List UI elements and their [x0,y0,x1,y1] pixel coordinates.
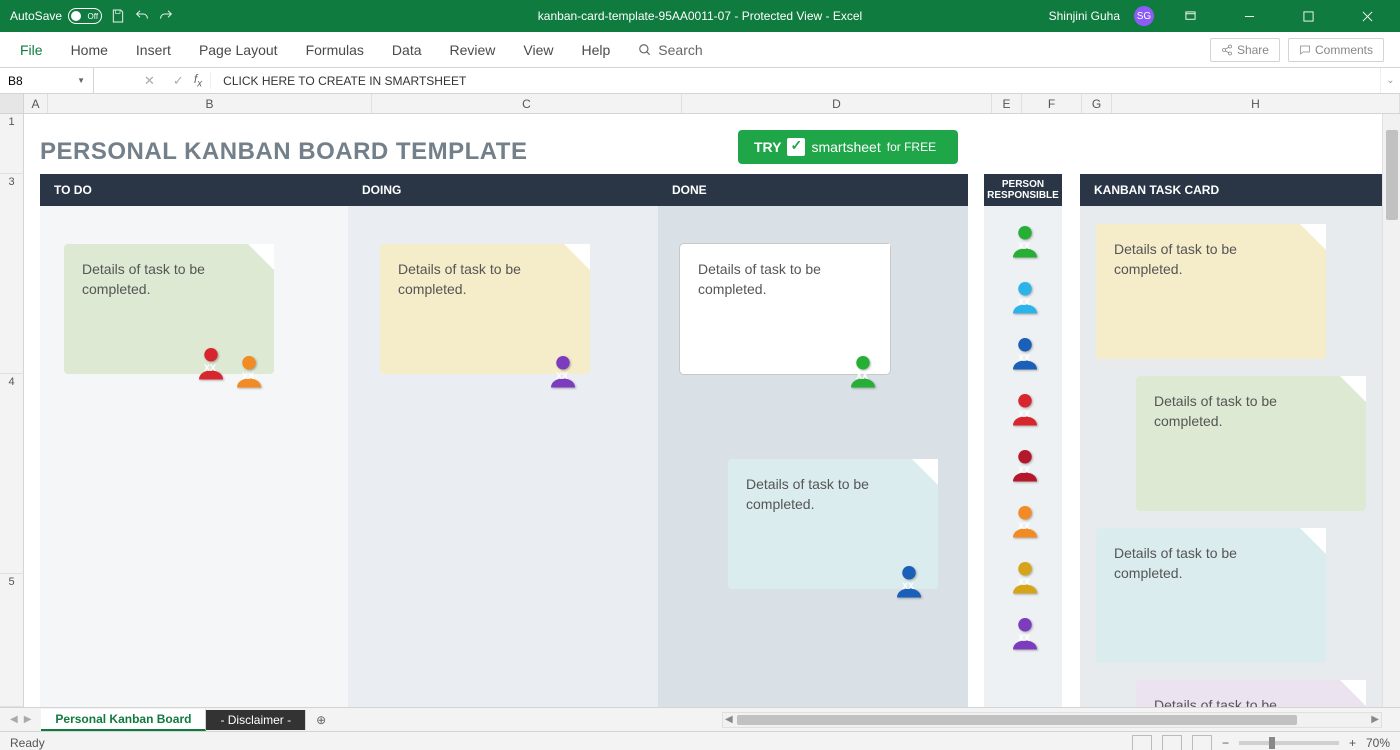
tab-file[interactable]: File [6,34,57,66]
tab-formulas[interactable]: Formulas [292,34,378,66]
zoom-out-button[interactable]: − [1222,736,1229,750]
ribbon-options-icon[interactable] [1168,0,1213,32]
maximize-icon[interactable] [1286,0,1331,32]
zoom-level[interactable]: 70% [1366,736,1390,750]
status-ready: Ready [10,736,45,750]
ribbon: File Home Insert Page Layout Formulas Da… [0,32,1400,68]
sheet-tab[interactable]: - Disclaimer - [206,710,306,730]
person-icon[interactable]: XX [1008,616,1040,644]
tab-page-layout[interactable]: Page Layout [185,34,292,66]
user-name: Shinjini Guha [1049,9,1120,23]
sheet-tabs: ◀▶ Personal Kanban Board - Disclaimer - … [0,707,1400,731]
scroll-thumb[interactable] [737,715,1297,725]
kanban-col-todo-header: TO DO [40,174,348,206]
person-icon[interactable]: XX [1008,560,1040,588]
status-bar: Ready − + 70% [0,731,1400,750]
person-icon[interactable]: XX [1008,392,1040,420]
legend-card[interactable]: Details of task to be completed. [1096,224,1326,359]
row-headers: 1 3 4 5 [0,114,24,707]
select-all-corner[interactable] [0,94,24,113]
row-3[interactable]: 3 [0,174,24,374]
col-C[interactable]: C [372,94,682,113]
tab-review[interactable]: Review [436,34,510,66]
person-icon[interactable]: XX [1008,224,1040,252]
chevron-down-icon[interactable]: ▼ [77,76,85,85]
search-icon [638,43,652,57]
undo-icon[interactable] [134,8,150,24]
title-bar: AutoSave Off kanban-card-template-95AA00… [0,0,1400,32]
page-break-view-icon[interactable] [1192,735,1212,750]
person-icon[interactable]: XX [232,354,264,382]
col-F[interactable]: F [1022,94,1082,113]
column-headers: A B C D E F G H [0,94,1400,114]
close-icon[interactable] [1345,0,1390,32]
page-layout-view-icon[interactable] [1162,735,1182,750]
formula-input[interactable]: CLICK HERE TO CREATE IN SMARTSHEET [211,74,1380,88]
row-1[interactable]: 1 [0,114,24,174]
person-icon[interactable]: XX [546,354,578,382]
window-title: kanban-card-template-95AA0011-07 - Prote… [538,9,862,23]
zoom-slider[interactable] [1239,741,1339,745]
share-icon [1221,44,1233,56]
person-icon[interactable]: XX [846,354,878,382]
row-4[interactable]: 4 [0,374,24,574]
autosave-toggle[interactable]: AutoSave Off [10,8,102,24]
enter-icon[interactable]: ✓ [173,73,184,89]
person-icon[interactable]: XX [1008,448,1040,476]
minimize-icon[interactable] [1227,0,1272,32]
legend-card[interactable]: Details of task to be completed. [1136,376,1366,511]
col-H[interactable]: H [1112,94,1400,113]
worksheet[interactable]: PERSONAL KANBAN BOARD TEMPLATE TRY smart… [24,114,1382,707]
tab-insert[interactable]: Insert [122,34,185,66]
person-icon[interactable]: XX [892,564,924,592]
search-box[interactable]: Search [624,42,716,58]
tab-home[interactable]: Home [57,34,122,66]
kanban-col-doing-header: DOING [348,174,658,206]
col-G[interactable]: G [1082,94,1112,113]
legend-card[interactable]: Details of task to be completed. [1136,680,1366,707]
share-button[interactable]: Share [1210,38,1280,62]
normal-view-icon[interactable] [1132,735,1152,750]
formula-bar: B8▼ ✕ ✓ fx CLICK HERE TO CREATE IN SMART… [0,68,1400,94]
redo-icon[interactable] [158,8,174,24]
tab-view[interactable]: View [509,34,567,66]
person-icon[interactable]: XX [194,346,226,374]
smartsheet-cta[interactable]: TRY smartsheet for FREE [738,130,958,164]
task-card-header: KANBAN TASK CARD [1080,174,1382,206]
col-D[interactable]: D [682,94,992,113]
horizontal-scrollbar[interactable] [722,712,1382,728]
comment-icon [1299,44,1311,56]
person-icon[interactable]: XX [1008,504,1040,532]
comments-button[interactable]: Comments [1288,38,1384,62]
kanban-col-done-header: DONE [658,174,968,206]
check-icon [787,138,805,156]
legend-card[interactable]: Details of task to be completed. [1096,528,1326,663]
save-icon[interactable] [110,8,126,24]
person-icon[interactable]: XX [1008,336,1040,364]
sheet-tab[interactable]: Personal Kanban Board [41,709,206,731]
vertical-scrollbar[interactable] [1382,114,1400,707]
expand-formula-icon[interactable]: ⌄ [1380,68,1400,93]
col-B[interactable]: B [48,94,372,113]
person-responsible-header: PERSONRESPONSIBLE [984,174,1062,206]
cancel-icon[interactable]: ✕ [144,73,155,89]
col-E[interactable]: E [992,94,1022,113]
tab-data[interactable]: Data [378,34,436,66]
row-5[interactable]: 5 [0,574,24,707]
col-A[interactable]: A [24,94,48,113]
person-icon[interactable]: XX [1008,280,1040,308]
scroll-thumb[interactable] [1386,130,1398,220]
tab-help[interactable]: Help [568,34,625,66]
zoom-in-button[interactable]: + [1349,736,1356,750]
name-box[interactable]: B8▼ [0,68,94,93]
tab-nav[interactable]: ◀▶ [0,714,41,725]
page-title: PERSONAL KANBAN BOARD TEMPLATE [40,138,527,166]
avatar[interactable]: SG [1134,6,1154,26]
fx-icon[interactable]: fx [194,72,211,89]
add-sheet-button[interactable]: ⊕ [306,713,336,727]
